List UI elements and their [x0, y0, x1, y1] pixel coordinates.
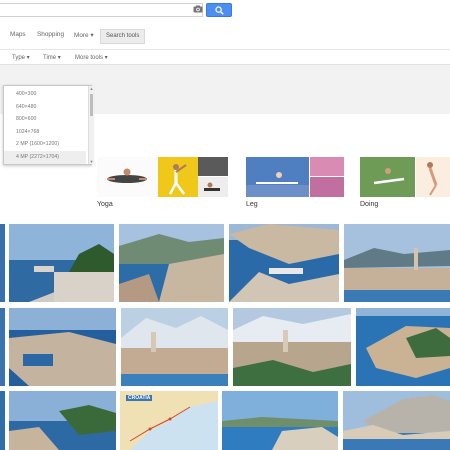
divider	[0, 49, 450, 50]
search-button[interactable]	[206, 3, 232, 17]
image-result[interactable]	[233, 308, 351, 386]
map-image-result[interactable]: CROATIA	[120, 391, 218, 450]
divider	[0, 64, 450, 65]
related-label[interactable]: Doing	[360, 201, 378, 208]
nav-maps[interactable]: Maps	[10, 31, 26, 38]
related-thumb[interactable]	[198, 177, 228, 197]
dropdown-scrollbar[interactable]: ▲ ▼	[88, 86, 94, 164]
related-thumb[interactable]	[198, 157, 228, 176]
related-thumb[interactable]	[310, 177, 344, 197]
related-thumb[interactable]	[158, 157, 198, 197]
image-result[interactable]	[356, 308, 450, 386]
camera-icon[interactable]	[193, 5, 203, 13]
image-result[interactable]	[222, 391, 338, 450]
image-result[interactable]	[0, 224, 5, 302]
size-option[interactable]: 640×480	[4, 101, 86, 114]
nav-shopping[interactable]: Shopping	[37, 31, 64, 38]
size-option[interactable]: 800×600	[4, 113, 86, 126]
image-result[interactable]	[9, 224, 114, 302]
size-option[interactable]: 1024×768	[4, 126, 86, 139]
related-thumb[interactable]	[416, 157, 450, 197]
search-tools-button[interactable]: Search tools	[100, 29, 146, 44]
image-result[interactable]	[119, 224, 224, 302]
image-result[interactable]	[9, 308, 116, 386]
related-label[interactable]: Yoga	[97, 201, 113, 208]
filter-time[interactable]: Time ▾	[43, 54, 61, 61]
scroll-down-icon[interactable]: ▼	[89, 159, 94, 164]
related-label[interactable]: Leg	[246, 201, 258, 208]
image-result[interactable]	[0, 391, 5, 450]
scroll-up-icon[interactable]: ▲	[89, 86, 94, 91]
image-result[interactable]	[343, 391, 450, 450]
image-result[interactable]	[9, 391, 116, 450]
image-result[interactable]	[229, 224, 339, 302]
image-result[interactable]	[0, 308, 5, 386]
size-option[interactable]: 400×300	[4, 88, 86, 101]
search-icon	[215, 6, 224, 15]
related-thumb[interactable]	[310, 157, 344, 176]
search-input[interactable]	[0, 3, 203, 17]
filter-type[interactable]: Type ▾	[12, 54, 30, 61]
size-option[interactable]: 2 MP (1600×1200)	[4, 138, 86, 151]
size-dropdown[interactable]: 400×300 640×480 800×600 1024×768 2 MP (1…	[3, 85, 94, 165]
related-thumb[interactable]	[360, 157, 415, 197]
size-option-selected[interactable]: 4 MP (2272×1704)	[4, 151, 86, 164]
scroll-thumb[interactable]	[90, 94, 93, 116]
related-thumb[interactable]	[97, 157, 157, 197]
filter-more-tools[interactable]: More tools ▾	[75, 54, 108, 61]
related-thumb[interactable]	[246, 157, 309, 197]
nav-more[interactable]: More ▾	[74, 31, 94, 39]
image-result[interactable]	[121, 308, 228, 386]
map-title: CROATIA	[126, 395, 153, 401]
image-result[interactable]	[344, 224, 450, 302]
